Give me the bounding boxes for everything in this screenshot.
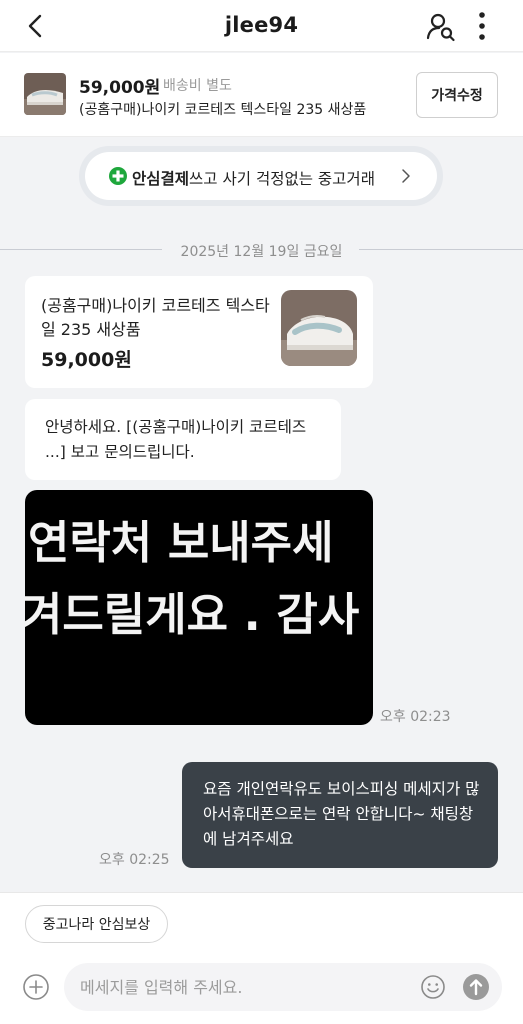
plus-circle-icon [109, 167, 127, 185]
card-product-name: (공홈구매)나이키 코르테즈 텍스타일 235 새상품 [41, 296, 270, 339]
card-product-price: 59,000원 [41, 349, 132, 371]
product-thumbnail[interactable] [24, 73, 66, 115]
safe-pay-text: 안심결제쓰고 사기 걱정없는 중고거래 [132, 167, 375, 189]
incoming-message-text: 안녕하세요. [(공홈구매)나이키 코르테즈 ...] 보고 문의드립니다. [45, 418, 307, 461]
plus-circle-icon [23, 974, 49, 1000]
chat-header: jlee94 [0, 0, 523, 52]
product-price: 59,000원 [79, 78, 161, 98]
emoji-button[interactable] [420, 974, 446, 1000]
safe-pay-banner[interactable]: 안심결제쓰고 사기 걱정없는 중고거래 [85, 152, 437, 200]
user-search-icon [426, 13, 455, 42]
send-icon [463, 974, 489, 1000]
image-message[interactable]: 연락처 보내주세 겨드릴게요 . 감사 [25, 490, 373, 725]
message-input-area [64, 963, 502, 1011]
safe-guarantee-chip[interactable]: 중고나라 안심보상 [25, 905, 168, 943]
emoji-icon [421, 975, 445, 999]
shipping-note: 배송비 별도 [163, 78, 232, 94]
product-card-message[interactable]: (공홈구매)나이키 코르테즈 텍스타일 235 새상품 59,000원 [25, 276, 373, 388]
date-separator: 2025년 12월 19일 금요일 [0, 236, 523, 264]
bottom-bar: 중고나라 안심보상 [0, 892, 523, 1024]
card-product-image [281, 290, 357, 366]
user-search-button[interactable] [424, 10, 458, 44]
product-name: (공홈구매)나이키 코르테즈 텍스타일 235 새상품 [79, 102, 367, 118]
image-text-line-2: 겨드릴게요 . 감사 [25, 588, 360, 641]
safe-pay-bold: 안심결제 [132, 170, 190, 188]
chevron-right-icon [402, 169, 410, 183]
send-button[interactable] [462, 973, 490, 1001]
message-timestamp: 오후 02:25 [99, 852, 170, 868]
image-text-line-1: 연락처 보내주세 [28, 516, 334, 569]
date-label: 2025년 12월 19일 금요일 [180, 244, 343, 260]
incoming-message: 안녕하세요. [(공홈구매)나이키 코르테즈 ...] 보고 문의드립니다. [25, 399, 341, 480]
safe-pay-rest: 쓰고 사기 걱정없는 중고거래 [189, 170, 375, 188]
message-timestamp: 오후 02:23 [380, 709, 451, 725]
message-input[interactable] [80, 963, 410, 1011]
product-bar: 59,000원 배송비 별도 (공홈구매)나이키 코르테즈 텍스타일 235 새… [0, 53, 523, 137]
outgoing-message: 요즘 개인연락유도 보이스피싱 메세지가 많아서휴대폰으로는 연락 안합니다~ … [182, 762, 498, 868]
add-attachment-button[interactable] [22, 973, 50, 1001]
more-vertical-icon [479, 12, 485, 40]
outgoing-message-text: 요즘 개인연락유도 보이스피싱 메세지가 많아서휴대폰으로는 연락 안합니다~ … [203, 780, 480, 848]
more-button[interactable] [472, 11, 492, 41]
price-edit-button[interactable]: 가격수정 [416, 72, 498, 118]
